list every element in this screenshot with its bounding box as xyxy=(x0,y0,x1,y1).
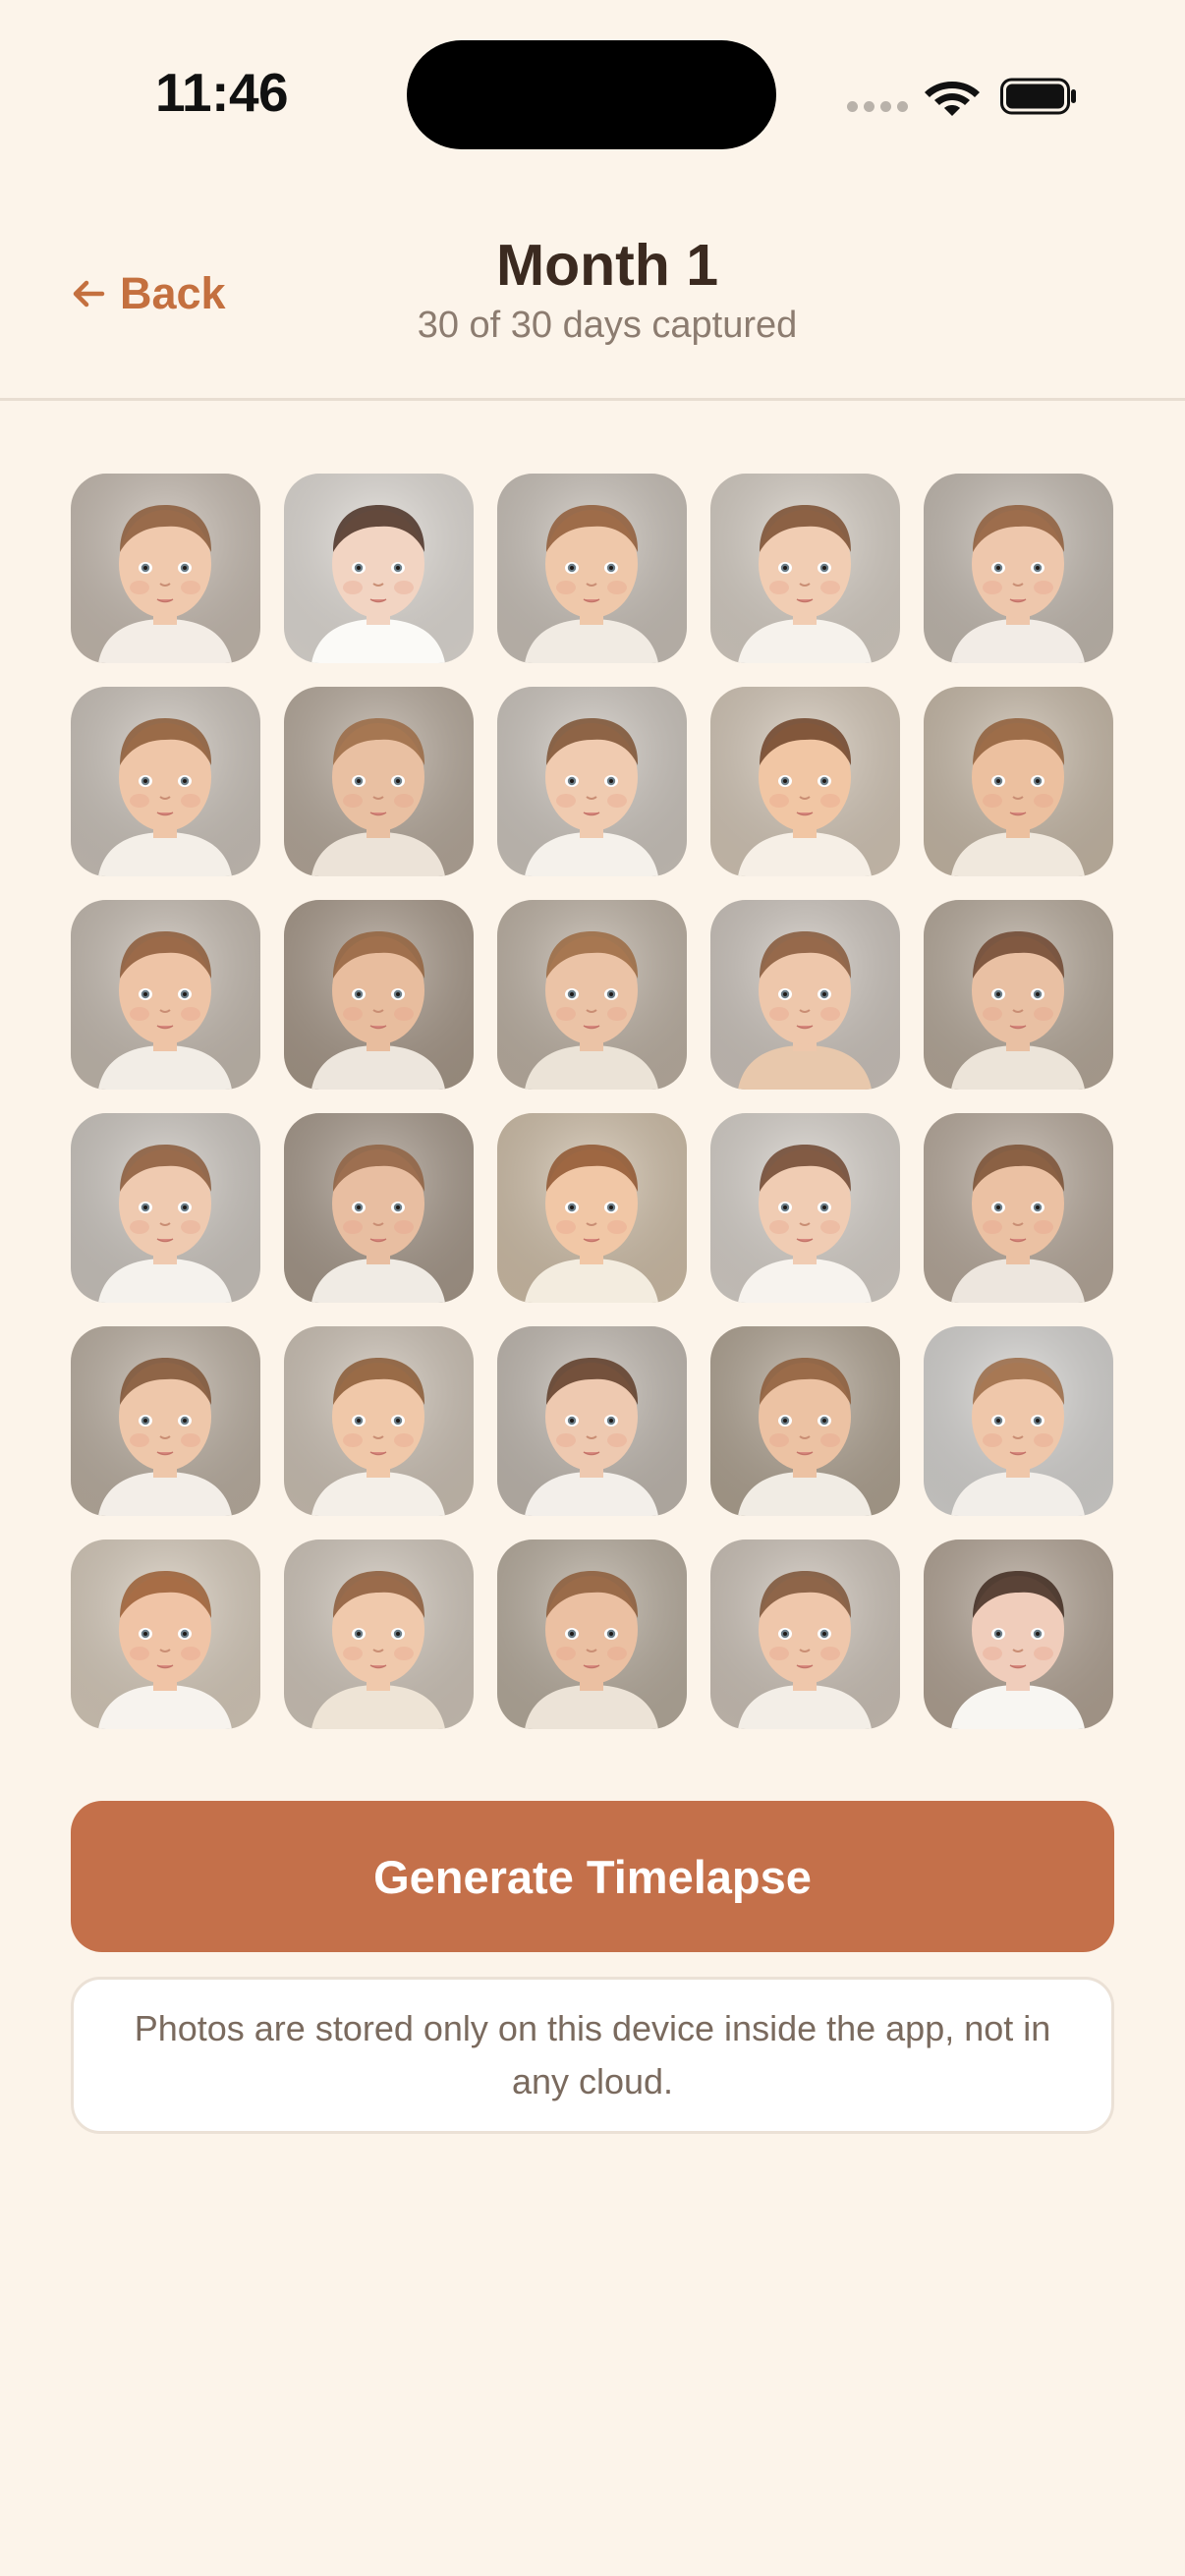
page-subtitle: 30 of 30 days captured xyxy=(417,305,798,346)
baby-portrait-image xyxy=(284,474,474,663)
photo-thumbnail[interactable] xyxy=(284,900,474,1090)
baby-portrait-image xyxy=(497,1326,687,1516)
baby-portrait-image xyxy=(284,1326,474,1516)
baby-portrait-image xyxy=(710,900,900,1090)
photo-thumbnail[interactable] xyxy=(284,1326,474,1516)
photo-thumbnail[interactable] xyxy=(497,687,687,876)
photo-thumbnail[interactable] xyxy=(924,1113,1113,1303)
baby-portrait-image xyxy=(284,1113,474,1303)
battery-icon xyxy=(1000,78,1076,115)
baby-portrait-image xyxy=(71,474,260,663)
cellular-signal-icon xyxy=(847,101,908,112)
baby-portrait-image xyxy=(924,1326,1113,1516)
privacy-note-text: Photos are stored only on this device in… xyxy=(134,2008,1051,2101)
photo-thumbnail[interactable] xyxy=(710,474,900,663)
generate-timelapse-button[interactable]: Generate Timelapse xyxy=(71,1801,1114,1952)
photo-thumbnail[interactable] xyxy=(284,1113,474,1303)
baby-portrait-image xyxy=(710,474,900,663)
photo-thumbnail[interactable] xyxy=(710,1540,900,1729)
privacy-note: Photos are stored only on this device in… xyxy=(71,1977,1114,2134)
photo-thumbnail[interactable] xyxy=(284,687,474,876)
status-time: 11:46 xyxy=(155,62,289,123)
baby-portrait-image xyxy=(710,1326,900,1516)
baby-portrait-image xyxy=(710,1540,900,1729)
photo-thumbnail[interactable] xyxy=(284,474,474,663)
baby-portrait-image xyxy=(924,1113,1113,1303)
baby-portrait-image xyxy=(924,900,1113,1090)
photo-thumbnail[interactable] xyxy=(497,474,687,663)
photo-thumbnail[interactable] xyxy=(497,900,687,1090)
photo-thumbnail[interactable] xyxy=(924,687,1113,876)
page-title: Month 1 xyxy=(495,233,719,298)
baby-portrait-image xyxy=(284,1540,474,1729)
photo-thumbnail[interactable] xyxy=(71,1326,260,1516)
photo-thumbnail[interactable] xyxy=(710,1326,900,1516)
baby-portrait-image xyxy=(924,687,1113,876)
photo-thumbnail[interactable] xyxy=(924,1540,1113,1729)
month-detail-screen: 11:46 Back Month 1 30 of 30 days capture… xyxy=(0,0,1185,2576)
header: Back Month 1 30 of 30 days captured xyxy=(0,196,1185,401)
photo-thumbnail[interactable] xyxy=(71,900,260,1090)
wifi-icon xyxy=(925,82,980,116)
photo-thumbnail[interactable] xyxy=(284,1540,474,1729)
baby-portrait-image xyxy=(497,1540,687,1729)
baby-portrait-image xyxy=(71,1326,260,1516)
baby-portrait-image xyxy=(71,687,260,876)
photo-thumbnail[interactable] xyxy=(924,1326,1113,1516)
dynamic-island xyxy=(407,40,776,149)
baby-portrait-image xyxy=(710,687,900,876)
photo-thumbnail[interactable] xyxy=(924,474,1113,663)
header-divider xyxy=(0,398,1185,401)
photo-thumbnail[interactable] xyxy=(497,1540,687,1729)
baby-portrait-image xyxy=(924,1540,1113,1729)
photo-thumbnail[interactable] xyxy=(71,474,260,663)
photo-thumbnail[interactable] xyxy=(497,1113,687,1303)
baby-portrait-image xyxy=(284,687,474,876)
baby-portrait-image xyxy=(497,1113,687,1303)
baby-portrait-image xyxy=(924,474,1113,663)
photo-thumbnail[interactable] xyxy=(71,687,260,876)
baby-portrait-image xyxy=(497,474,687,663)
baby-portrait-image xyxy=(284,900,474,1090)
baby-portrait-image xyxy=(710,1113,900,1303)
photo-thumbnail[interactable] xyxy=(924,900,1113,1090)
status-bar: 11:46 xyxy=(0,0,1185,196)
photo-thumbnail[interactable] xyxy=(710,900,900,1090)
photo-thumbnail[interactable] xyxy=(710,1113,900,1303)
photo-thumbnail[interactable] xyxy=(710,687,900,876)
baby-portrait-image xyxy=(497,687,687,876)
photo-thumbnail[interactable] xyxy=(71,1113,260,1303)
photo-thumbnail[interactable] xyxy=(497,1326,687,1516)
photo-grid xyxy=(71,474,1114,1729)
baby-portrait-image xyxy=(71,900,260,1090)
baby-portrait-image xyxy=(71,1540,260,1729)
baby-portrait-image xyxy=(497,900,687,1090)
baby-portrait-image xyxy=(71,1113,260,1303)
photo-thumbnail[interactable] xyxy=(71,1540,260,1729)
